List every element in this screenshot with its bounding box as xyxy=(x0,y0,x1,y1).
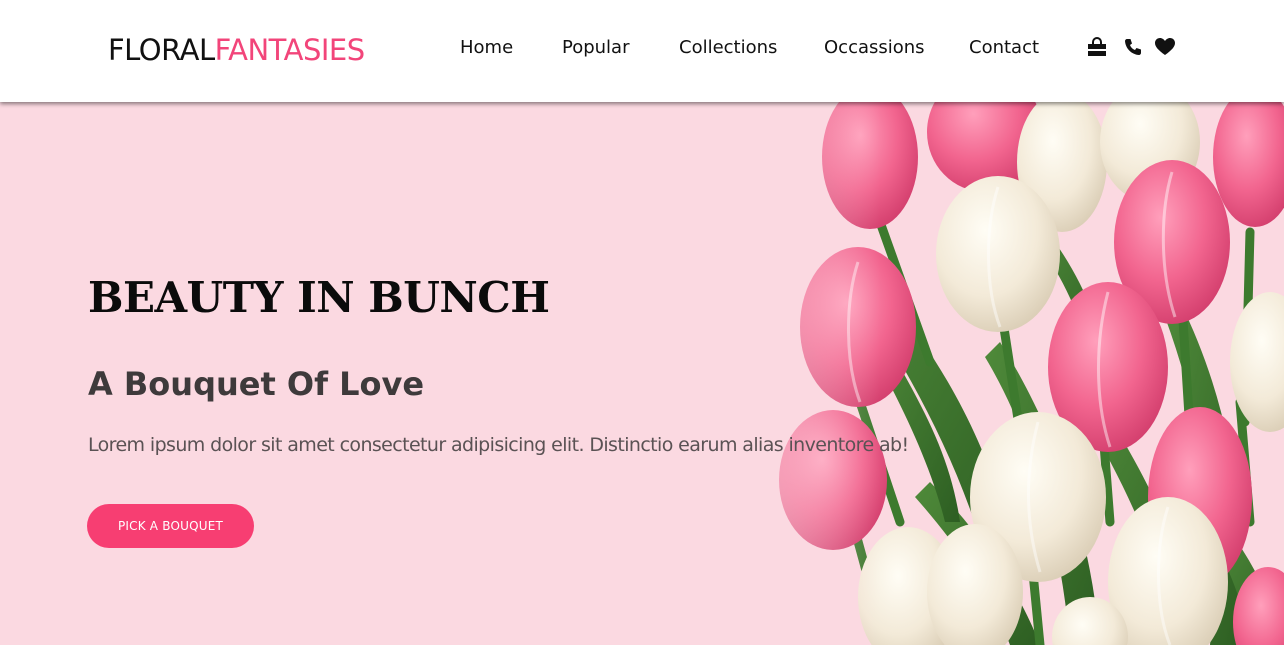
site-header: FLORALFANTASIES Home Popular Collections… xyxy=(0,0,1284,102)
hero-section: BEAUTY IN BUNCH A Bouquet Of Love Lorem … xyxy=(0,102,1284,645)
heart-icon[interactable] xyxy=(1154,36,1176,58)
nav-item-contact[interactable]: Contact xyxy=(969,36,1039,60)
nav-item-collections[interactable]: Collections xyxy=(679,36,777,60)
hero-fade-overlay xyxy=(620,102,880,645)
nav-item-home[interactable]: Home xyxy=(460,36,513,60)
hero-title: BEAUTY IN BUNCH xyxy=(88,273,550,322)
nav-item-occassions[interactable]: Occassions xyxy=(824,36,925,60)
brand-logo[interactable]: FLORALFANTASIES xyxy=(108,31,365,71)
brand-name-part1: FLORAL xyxy=(108,33,215,67)
pick-a-bouquet-button[interactable]: PICK A BOUQUET xyxy=(87,504,254,548)
shopping-bag-icon[interactable] xyxy=(1086,36,1108,58)
hero-description: Lorem ipsum dolor sit amet consectetur a… xyxy=(88,434,909,456)
phone-icon[interactable] xyxy=(1122,36,1144,58)
brand-name-part2: FANTASIES xyxy=(214,33,366,67)
nav-item-popular[interactable]: Popular xyxy=(562,36,630,60)
hero-subtitle: A Bouquet Of Love xyxy=(88,365,425,403)
